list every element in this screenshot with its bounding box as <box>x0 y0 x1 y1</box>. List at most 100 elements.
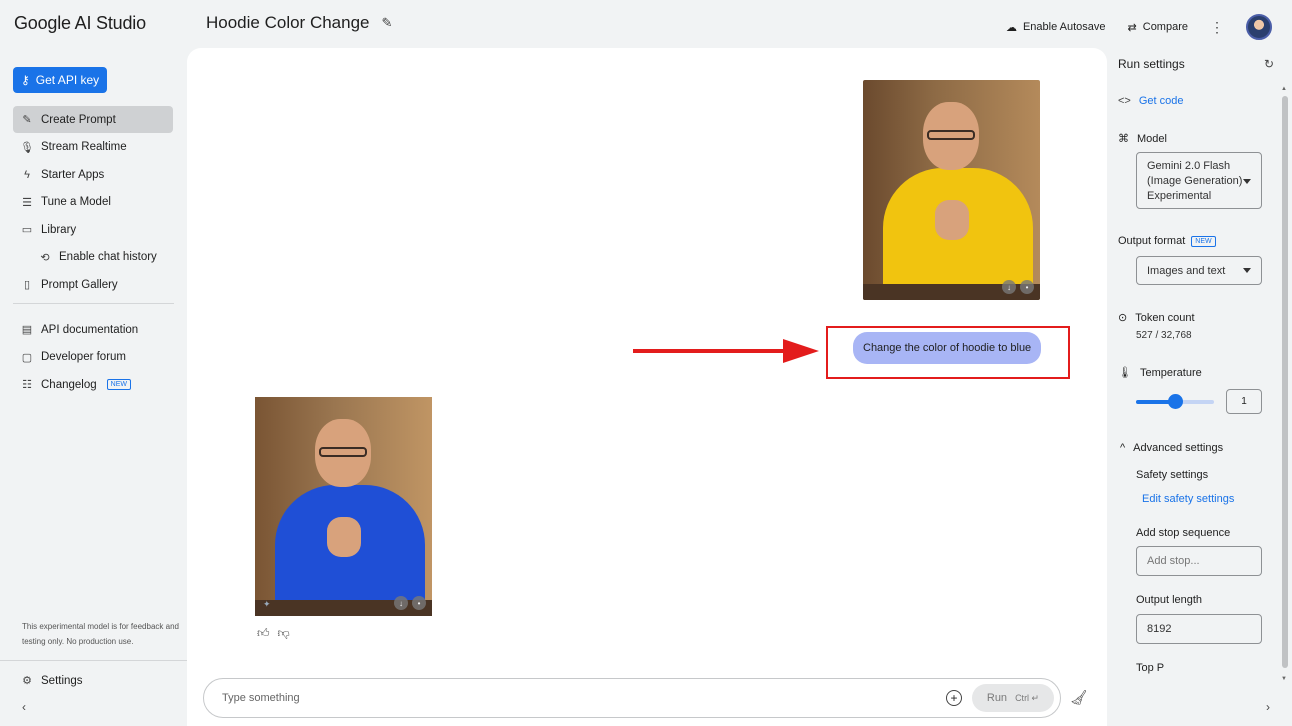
sidebar-divider <box>13 303 174 304</box>
model-value-line: Gemini 2.0 Flash <box>1147 160 1231 172</box>
user-uploaded-image: ↓ • <box>863 80 1040 300</box>
add-media-icon[interactable]: + <box>946 690 962 706</box>
token-count-label: Token count <box>1135 311 1195 324</box>
download-icon[interactable]: ↓ <box>394 596 408 610</box>
collapse-sidebar-icon[interactable]: ‹ <box>22 700 26 714</box>
get-api-key-button[interactable]: ⚷ Get API key <box>13 67 107 93</box>
hand-shape <box>935 200 969 240</box>
code-icon: <> <box>1118 95 1131 107</box>
token-count-section: ⊙ Token count <box>1118 311 1195 325</box>
create-prompt-icon: ✎ <box>22 114 32 126</box>
sidebar-item-label: Enable chat history <box>59 251 157 263</box>
run-button[interactable]: Run Ctrl ↵ <box>972 684 1054 712</box>
output-length-input[interactable]: 8192 <box>1136 614 1262 644</box>
chevron-up-icon: ^ <box>1120 442 1126 454</box>
token-count-value: 527 / 32,768 <box>1136 330 1192 341</box>
enable-autosave-button[interactable]: ☁ Enable Autosave <box>1006 21 1106 34</box>
avatar[interactable] <box>1246 14 1272 40</box>
sparkle-icon: ✦ <box>263 599 271 609</box>
sidebar-item-settings[interactable]: ⚙ Settings <box>13 667 83 694</box>
chevron-down-icon <box>1243 179 1251 184</box>
image-options-icon[interactable]: • <box>1020 280 1034 294</box>
download-icon[interactable]: ↓ <box>1002 280 1016 294</box>
scrollbar-thumb[interactable] <box>1282 96 1288 668</box>
image-controls: ↓ • <box>1002 280 1034 294</box>
hand-shape <box>327 517 361 557</box>
get-code-label: Get code <box>1138 95 1184 107</box>
thermometer-icon: 🌡︎ <box>1118 367 1132 379</box>
temperature-label: Temperature <box>1139 366 1202 379</box>
sidebar-item-tune-model[interactable]: ☰ Tune a Model <box>13 189 173 216</box>
output-format-value: Images and text <box>1147 264 1226 277</box>
sidebar-item-label: Starter Apps <box>41 168 105 181</box>
edit-safety-settings-link[interactable]: Edit safety settings <box>1142 493 1234 505</box>
more-options-icon[interactable]: ⋮ <box>1210 19 1224 36</box>
sidebar-item-label: Settings <box>41 674 83 687</box>
docs-icon: ▤ <box>21 324 33 336</box>
chevron-down-icon <box>1243 268 1251 273</box>
thumbs-down-icon[interactable]: 👎︎ <box>278 626 290 641</box>
output-format-select[interactable]: Images and text <box>1136 256 1262 285</box>
sidebar-item-api-docs[interactable]: ▤ API documentation <box>13 316 173 343</box>
advanced-settings-toggle[interactable]: ^ Advanced settings <box>1120 442 1223 454</box>
scroll-down-icon[interactable]: ▼ <box>1281 676 1287 682</box>
sidebar-item-developer-forum[interactable]: ▢ Developer forum <box>13 344 173 371</box>
microphone-icon: 🎙 <box>20 141 34 154</box>
sidebar-item-label: Stream Realtime <box>41 141 127 153</box>
image-options-icon[interactable]: • <box>412 596 426 610</box>
settings-scrollbar[interactable]: ▲ ▼ <box>1281 86 1289 686</box>
thumbs-up-icon[interactable]: 👍︎ <box>257 626 270 641</box>
gear-icon: ⚙ <box>22 675 32 687</box>
sidebar-nav: ✎ Create Prompt 🎙 Stream Realtime ϟ Star… <box>13 106 173 299</box>
prompt-title-area: Hoodie Color Change ✎ <box>206 13 392 33</box>
enable-autosave-label: Enable Autosave <box>1022 21 1106 33</box>
image-controls: ↓ • <box>394 596 426 610</box>
sidebar-item-starter-apps[interactable]: ϟ Starter Apps <box>13 161 173 188</box>
edit-title-icon[interactable]: ✎ <box>382 15 393 31</box>
run-label: Run <box>986 692 1008 704</box>
output-length-label: Output length <box>1136 594 1203 606</box>
glasses-shape <box>319 447 367 457</box>
sidebar-item-library[interactable]: ▭ Library <box>13 216 173 243</box>
history-icon: ⟲ <box>40 251 50 264</box>
bolt-icon: ϟ <box>24 168 30 181</box>
run-settings-panel: Run settings ↻ <> Get code ⌘ Model Gemin… <box>1110 48 1292 726</box>
run-settings-title: Run settings <box>1118 57 1185 71</box>
sidebar-item-enable-chat-history[interactable]: ⟲ Enable chat history <box>13 244 173 271</box>
temperature-slider[interactable] <box>1136 394 1214 409</box>
sidebar-item-create-prompt[interactable]: ✎ Create Prompt <box>13 106 173 133</box>
sidebar-item-label: Developer forum <box>41 351 127 363</box>
chat-panel: ↓ • Change the color of hoodie to blue ✦… <box>187 48 1107 726</box>
scroll-up-icon[interactable]: ▲ <box>1281 86 1287 92</box>
model-value-line: Experimental <box>1147 190 1212 202</box>
model-label: Model <box>1137 132 1167 145</box>
library-icon: ▭ <box>21 224 33 236</box>
sidebar-item-prompt-gallery[interactable]: ▯ Prompt Gallery <box>13 271 173 298</box>
temperature-slider-handle[interactable] <box>1168 394 1183 409</box>
stop-sequence-input[interactable] <box>1147 555 1251 567</box>
temperature-input[interactable]: 1 <box>1226 389 1262 414</box>
model-icon: ⌘ <box>1118 133 1129 145</box>
sidebar-item-changelog[interactable]: ☷ Changelog NEW <box>13 371 173 398</box>
safety-settings-label: Safety settings <box>1136 469 1209 481</box>
stop-sequence-label: Add stop sequence <box>1136 527 1231 539</box>
sidebar-divider-bottom <box>0 660 187 661</box>
reset-settings-icon[interactable]: ↻ <box>1264 57 1274 71</box>
prompt-input[interactable] <box>222 692 946 704</box>
output-format-section: Output format NEW <box>1118 235 1216 247</box>
temperature-section: 🌡︎ Temperature <box>1118 366 1202 380</box>
new-badge: NEW <box>106 379 131 390</box>
compare-button[interactable]: ⇄ Compare <box>1128 21 1188 34</box>
clear-chat-icon[interactable]: 🧹︎ <box>1070 689 1088 706</box>
advanced-settings-label: Advanced settings <box>1133 442 1224 454</box>
gallery-icon: ▯ <box>23 279 31 291</box>
model-value-row: (Image Generation) <box>1147 174 1251 189</box>
sidebar-item-stream-realtime[interactable]: 🎙 Stream Realtime <box>13 134 173 161</box>
collapse-settings-icon[interactable]: › <box>1266 700 1270 714</box>
page-title: Hoodie Color Change <box>206 13 370 32</box>
compare-icon: ⇄ <box>1127 21 1137 34</box>
model-select[interactable]: Gemini 2.0 Flash (Image Generation) Expe… <box>1136 152 1262 209</box>
get-code-button[interactable]: <> Get code <box>1118 95 1184 107</box>
app-brand: Google AI Studio <box>14 13 146 33</box>
sidebar-item-label: API documentation <box>41 323 139 336</box>
